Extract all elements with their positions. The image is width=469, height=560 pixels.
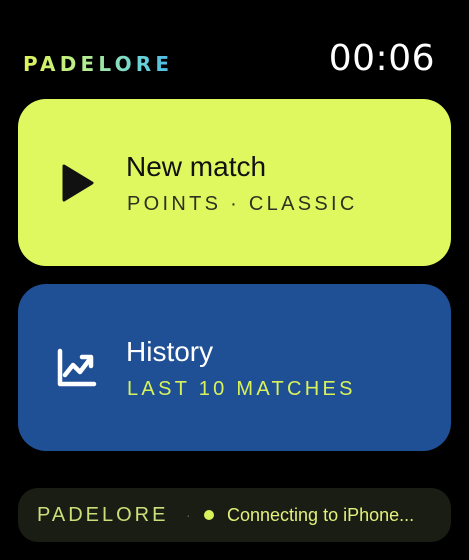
status-separator: · — [186, 507, 191, 523]
app-brand: PADELORE — [23, 52, 174, 76]
status-indicator-dot — [204, 510, 214, 520]
new-match-title: New match — [126, 151, 267, 182]
header: PADELORE 00:06 — [0, 0, 469, 95]
chart-trend-up-icon — [57, 348, 97, 387]
connection-status-text: Connecting to iPhone... — [227, 505, 415, 525]
history-button[interactable]: History LAST 10 MATCHES — [18, 284, 451, 451]
history-title: History — [126, 336, 214, 367]
connection-status-bar: PADELORE · Connecting to iPhone... — [18, 488, 451, 542]
new-match-subtitle: POINTS · CLASSIC — [127, 193, 358, 215]
history-subtitle: LAST 10 MATCHES — [127, 378, 356, 400]
play-icon — [62, 164, 94, 202]
new-match-button[interactable]: New match POINTS · CLASSIC — [18, 99, 451, 266]
status-brand: PADELORE — [37, 504, 169, 526]
clock-time: 00:06 — [328, 38, 435, 79]
